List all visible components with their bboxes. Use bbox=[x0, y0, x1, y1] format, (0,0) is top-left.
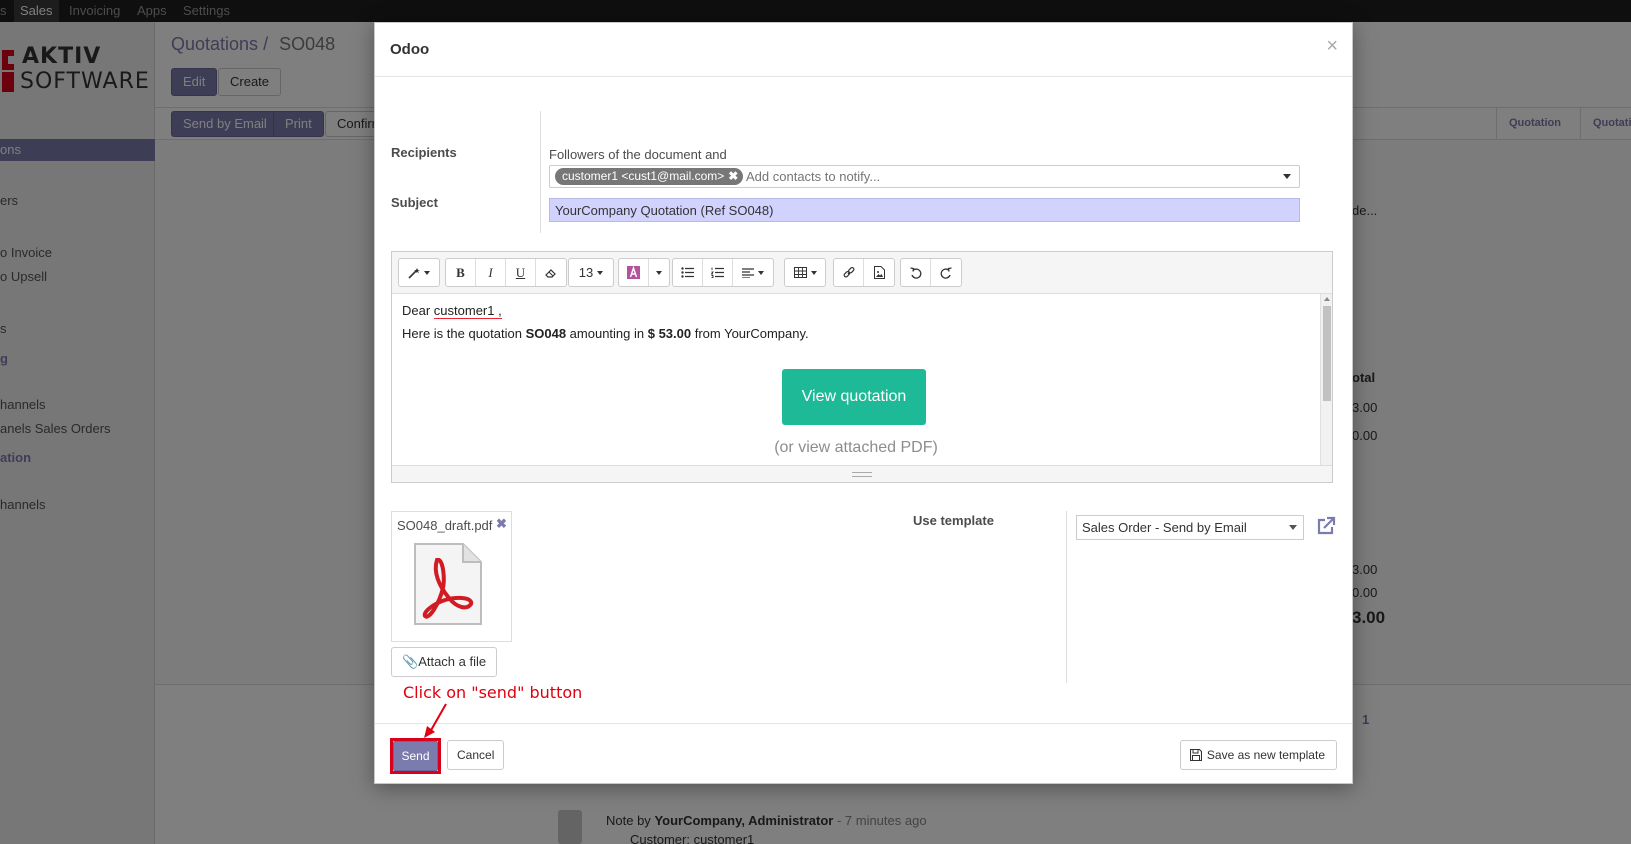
cancel-button[interactable]: Cancel bbox=[447, 740, 505, 770]
greeting-prefix: Dear bbox=[402, 303, 434, 318]
use-template-label: Use template bbox=[913, 513, 994, 528]
quotation-line-b: amounting in bbox=[566, 326, 648, 341]
editor-resize-handle[interactable] bbox=[392, 465, 1332, 482]
quotation-line: Here is the quotation SO048 amounting in… bbox=[402, 326, 809, 341]
external-link-icon[interactable] bbox=[1315, 515, 1337, 537]
color-group bbox=[618, 258, 670, 287]
subject-label: Subject bbox=[391, 195, 438, 210]
dialog-footer: Send Cancel Save as new template bbox=[375, 723, 1352, 783]
send-button[interactable]: Send bbox=[393, 741, 438, 771]
text-color-icon[interactable] bbox=[619, 259, 649, 286]
add-contacts-input[interactable] bbox=[746, 168, 1246, 185]
recipients-label: Recipients bbox=[391, 145, 457, 160]
eraser-icon[interactable] bbox=[536, 259, 566, 286]
redo-icon[interactable] bbox=[931, 259, 961, 286]
template-select[interactable]: Sales Order - Send by Email bbox=[1076, 515, 1304, 540]
pdf-file-icon[interactable] bbox=[409, 542, 485, 628]
align-icon[interactable] bbox=[733, 259, 773, 286]
editor-toolbar: B I U 13 bbox=[392, 252, 1332, 294]
attach-file-button[interactable]: 📎Attach a file bbox=[391, 647, 498, 677]
format-group: B I U bbox=[445, 258, 567, 287]
tutorial-annotation: Click on "send" button bbox=[403, 683, 583, 702]
grip-icon bbox=[852, 472, 872, 477]
color-dropdown-icon[interactable] bbox=[649, 259, 669, 286]
editor-scrollbar[interactable] bbox=[1320, 294, 1332, 466]
table-group bbox=[784, 258, 826, 287]
followers-text: Followers of the document and bbox=[549, 147, 727, 162]
insert-group bbox=[833, 258, 895, 287]
remove-tag-icon[interactable]: ✖ bbox=[728, 169, 738, 183]
template-divider bbox=[1066, 511, 1067, 683]
style-group bbox=[398, 258, 440, 287]
paperclip-icon: 📎 bbox=[402, 654, 419, 669]
unordered-list-icon[interactable] bbox=[673, 259, 703, 286]
close-icon[interactable]: × bbox=[1326, 35, 1338, 58]
scrollbar-thumb[interactable] bbox=[1323, 306, 1331, 401]
annotation-arrow-icon bbox=[424, 703, 447, 738]
attachment-filename[interactable]: SO048_draft.pdf bbox=[397, 518, 492, 533]
table-icon[interactable] bbox=[785, 259, 825, 286]
undo-icon[interactable] bbox=[901, 259, 931, 286]
quotation-amount: $ 53.00 bbox=[647, 326, 692, 341]
quotation-line-a: Here is the quotation bbox=[402, 326, 526, 341]
dialog-title: Odoo bbox=[390, 41, 430, 58]
scroll-up-icon[interactable] bbox=[1324, 297, 1330, 301]
field-divider bbox=[540, 111, 541, 233]
quotation-ref: SO048 bbox=[525, 326, 567, 341]
underline-icon[interactable]: U bbox=[506, 259, 536, 286]
font-size-dropdown[interactable]: 13 bbox=[569, 259, 613, 286]
bold-icon[interactable]: B bbox=[446, 259, 476, 286]
recipient-tag-label: customer1 <cust1@mail.com> bbox=[562, 169, 725, 183]
chevron-down-icon[interactable] bbox=[1283, 174, 1291, 179]
image-icon[interactable] bbox=[864, 259, 894, 286]
magic-wand-icon[interactable] bbox=[399, 259, 439, 286]
recipients-field[interactable]: customer1 <cust1@mail.com> ✖ bbox=[549, 165, 1300, 188]
greeting-name: customer1 , bbox=[433, 303, 502, 319]
dialog-header: Odoo × bbox=[375, 23, 1352, 77]
floppy-disk-icon bbox=[1189, 749, 1202, 761]
paragraph-group bbox=[672, 258, 774, 287]
template-value: Sales Order - Send by Email bbox=[1082, 520, 1247, 535]
font-size-value: 13 bbox=[578, 265, 594, 280]
body-editor: B I U 13 Dear customer1 , Here is the qu… bbox=[391, 251, 1333, 483]
attachment-card: SO048_draft.pdf ✖ bbox=[391, 511, 512, 642]
subject-input[interactable] bbox=[549, 198, 1300, 222]
editor-content[interactable]: Dear customer1 , Here is the quotation S… bbox=[392, 294, 1320, 466]
remove-attachment-icon[interactable]: ✖ bbox=[496, 516, 507, 532]
save-as-template-label: Save as new template bbox=[1206, 748, 1325, 762]
link-icon[interactable] bbox=[834, 259, 864, 286]
quotation-line-c: from YourCompany. bbox=[691, 326, 809, 341]
history-group bbox=[900, 258, 962, 287]
ordered-list-icon[interactable] bbox=[703, 259, 733, 286]
italic-icon[interactable]: I bbox=[476, 259, 506, 286]
compose-email-dialog: Odoo × Recipients Followers of the docum… bbox=[374, 22, 1353, 784]
pdf-note: (or view attached PDF) bbox=[774, 439, 938, 456]
view-quotation-button[interactable]: View quotation bbox=[782, 369, 926, 425]
chevron-down-icon bbox=[1289, 525, 1297, 530]
save-as-template-button[interactable]: Save as new template bbox=[1179, 740, 1337, 770]
attach-file-label: Attach a file bbox=[418, 654, 487, 669]
greeting-line: Dear customer1 , bbox=[402, 303, 502, 319]
font-size-group: 13 bbox=[568, 258, 614, 287]
recipient-tag: customer1 <cust1@mail.com> ✖ bbox=[555, 168, 744, 185]
